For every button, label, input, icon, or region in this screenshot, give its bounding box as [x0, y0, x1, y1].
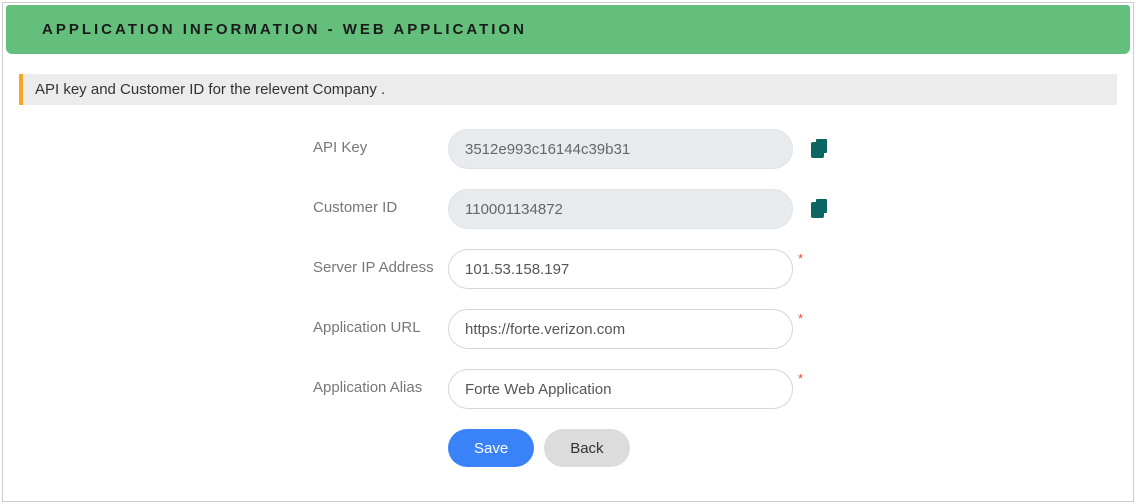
app-alias-field[interactable]	[448, 369, 793, 409]
row-app-alias: Application Alias *	[3, 369, 1133, 409]
label-app-alias: Application Alias	[313, 369, 448, 398]
row-server-ip: Server IP Address *	[3, 249, 1133, 289]
row-customer-id: Customer ID	[3, 189, 1133, 229]
required-indicator: *	[798, 371, 803, 386]
app-container: APPLICATION INFORMATION - WEB APPLICATIO…	[2, 2, 1134, 502]
save-button[interactable]: Save	[448, 429, 534, 467]
field-wrap-app-url: *	[448, 309, 793, 349]
field-wrap-api-key	[448, 129, 829, 169]
label-server-ip: Server IP Address	[313, 249, 448, 278]
api-key-field[interactable]	[448, 129, 793, 169]
info-bar-text: API key and Customer ID for the relevent…	[35, 81, 385, 98]
required-indicator: *	[798, 251, 803, 266]
copy-icon[interactable]	[811, 139, 829, 159]
header-banner: APPLICATION INFORMATION - WEB APPLICATIO…	[6, 5, 1130, 54]
back-button[interactable]: Back	[544, 429, 629, 467]
app-url-field[interactable]	[448, 309, 793, 349]
label-api-key: API Key	[313, 129, 448, 158]
customer-id-field[interactable]	[448, 189, 793, 229]
required-indicator: *	[798, 311, 803, 326]
server-ip-field[interactable]	[448, 249, 793, 289]
copy-icon[interactable]	[811, 199, 829, 219]
label-customer-id: Customer ID	[313, 189, 448, 218]
info-bar: API key and Customer ID for the relevent…	[19, 74, 1117, 105]
page-title: APPLICATION INFORMATION - WEB APPLICATIO…	[42, 21, 1094, 38]
field-wrap-app-alias: *	[448, 369, 793, 409]
form-area: API Key Customer ID	[3, 105, 1133, 467]
field-wrap-server-ip: *	[448, 249, 793, 289]
row-app-url: Application URL *	[3, 309, 1133, 349]
field-wrap-customer-id	[448, 189, 829, 229]
button-row: Save Back	[448, 429, 1133, 467]
label-app-url: Application URL	[313, 309, 448, 338]
row-api-key: API Key	[3, 129, 1133, 169]
